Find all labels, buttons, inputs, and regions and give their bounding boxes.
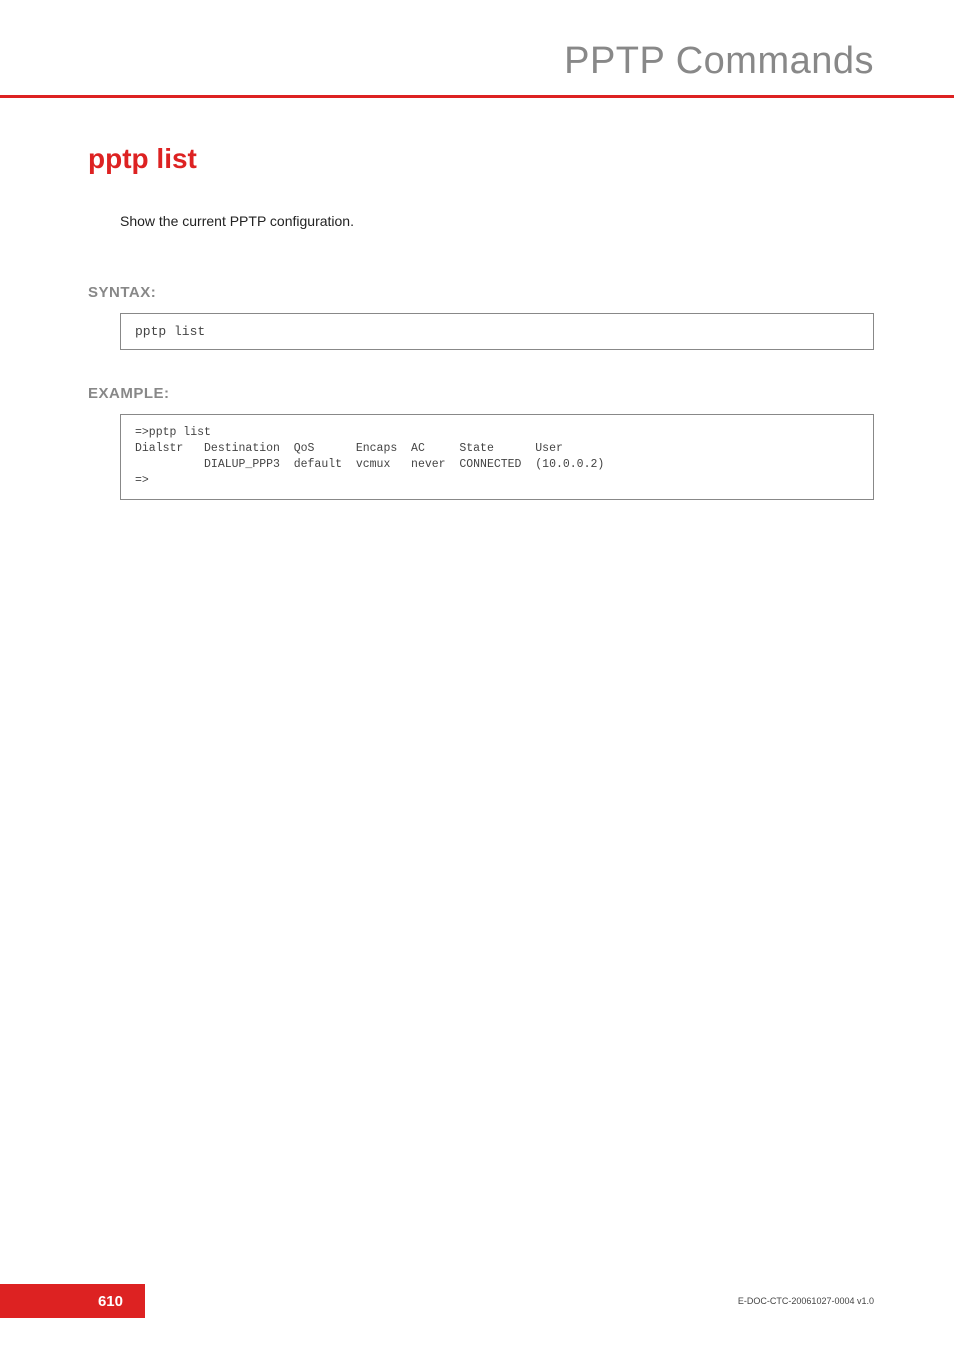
command-description: Show the current PPTP configuration.	[120, 213, 874, 229]
syntax-code: pptp list	[135, 324, 205, 339]
content-area: pptp list Show the current PPTP configur…	[0, 98, 954, 500]
syntax-code-box: pptp list	[120, 313, 874, 350]
page-number: 610	[98, 1293, 123, 1310]
doc-id: E-DOC-CTC-20061027-0004 v1.0	[738, 1284, 874, 1318]
example-output-box: =>pptp list Dialstr Destination QoS Enca…	[120, 414, 874, 500]
page-title: PPTP Commands	[0, 40, 874, 83]
command-title: pptp list	[88, 143, 874, 175]
page-number-badge: 610	[0, 1284, 145, 1318]
example-label: EXAMPLE:	[88, 385, 874, 402]
page-header: PPTP Commands	[0, 0, 954, 98]
page-footer: 610 E-DOC-CTC-20061027-0004 v1.0	[0, 1284, 954, 1318]
syntax-label: SYNTAX:	[88, 284, 874, 301]
